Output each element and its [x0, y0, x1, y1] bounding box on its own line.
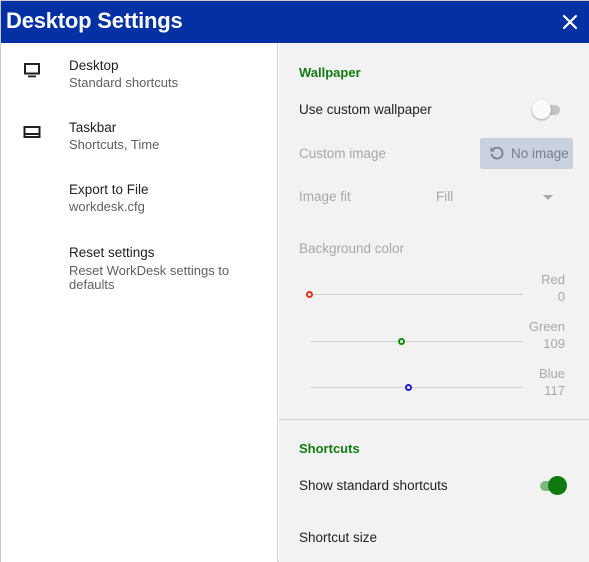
monitor-icon: [24, 63, 40, 78]
blue-slider-thumb[interactable]: [405, 384, 412, 391]
sidebar-item-desktop[interactable]: Desktop Standard shortcuts: [1, 58, 277, 98]
show-shortcuts-label: Show standard shortcuts: [299, 478, 448, 493]
sidebar-item-label: Export to File: [69, 182, 149, 197]
green-slider-value: 109: [543, 336, 565, 351]
settings-panel: Wallpaper Use custom wallpaper Custom im…: [279, 43, 589, 562]
show-shortcuts-toggle[interactable]: [540, 476, 570, 496]
taskbar-icon: [23, 126, 41, 138]
custom-image-label: Custom image: [299, 146, 387, 161]
no-image-button-label: No image: [511, 146, 569, 161]
title-bar: Desktop Settings: [1, 1, 589, 43]
shortcuts-section-title: Shortcuts: [299, 441, 360, 456]
green-slider-track[interactable]: [311, 341, 523, 342]
sidebar-item-taskbar[interactable]: Taskbar Shortcuts, Time: [1, 120, 277, 160]
sidebar-item-reset[interactable]: Reset settings Reset WorkDesk settings t…: [1, 245, 277, 297]
red-slider-value: 0: [557, 289, 565, 304]
chevron-down-icon[interactable]: [543, 195, 553, 201]
window-title: Desktop Settings: [6, 8, 183, 33]
sidebar: Desktop Standard shortcuts Taskbar Short…: [1, 43, 278, 562]
sidebar-item-sublabel: Reset WorkDesk settings to defaults: [69, 263, 230, 292]
reset-icon: [490, 146, 504, 160]
red-slider-thumb[interactable]: [306, 291, 313, 298]
section-divider: [279, 419, 589, 420]
toggle-knob: [548, 476, 567, 495]
no-image-button[interactable]: No image: [480, 138, 573, 169]
background-color-label: Background color: [299, 241, 405, 256]
shortcut-size-label: Shortcut size: [299, 530, 378, 545]
blue-slider-track[interactable]: [311, 387, 523, 388]
sidebar-item-sublabel: workdesk.cfg: [69, 199, 145, 214]
custom-wallpaper-label: Use custom wallpaper: [299, 102, 432, 117]
sidebar-item-sublabel: Shortcuts, Time: [69, 137, 160, 152]
sidebar-item-label: Desktop: [69, 58, 119, 73]
close-icon[interactable]: [560, 12, 580, 32]
sidebar-item-export[interactable]: Export to File workdesk.cfg: [1, 182, 277, 222]
red-slider-label: Red: [541, 272, 565, 287]
image-fit-label: Image fit: [299, 189, 351, 204]
blue-slider-value: 117: [544, 383, 565, 398]
sidebar-item-sublabel: Standard shortcuts: [69, 75, 179, 90]
sidebar-item-label: Reset settings: [69, 245, 155, 260]
image-fit-select[interactable]: Fill: [436, 189, 453, 204]
sidebar-item-label: Taskbar: [69, 120, 117, 135]
toggle-knob: [532, 100, 551, 119]
red-slider-track[interactable]: [311, 294, 523, 295]
wallpaper-section-title: Wallpaper: [299, 65, 361, 80]
custom-wallpaper-toggle[interactable]: [532, 100, 562, 120]
green-slider-label: Green: [528, 319, 565, 334]
blue-slider-label: Blue: [538, 366, 565, 381]
green-slider-thumb[interactable]: [398, 338, 405, 345]
